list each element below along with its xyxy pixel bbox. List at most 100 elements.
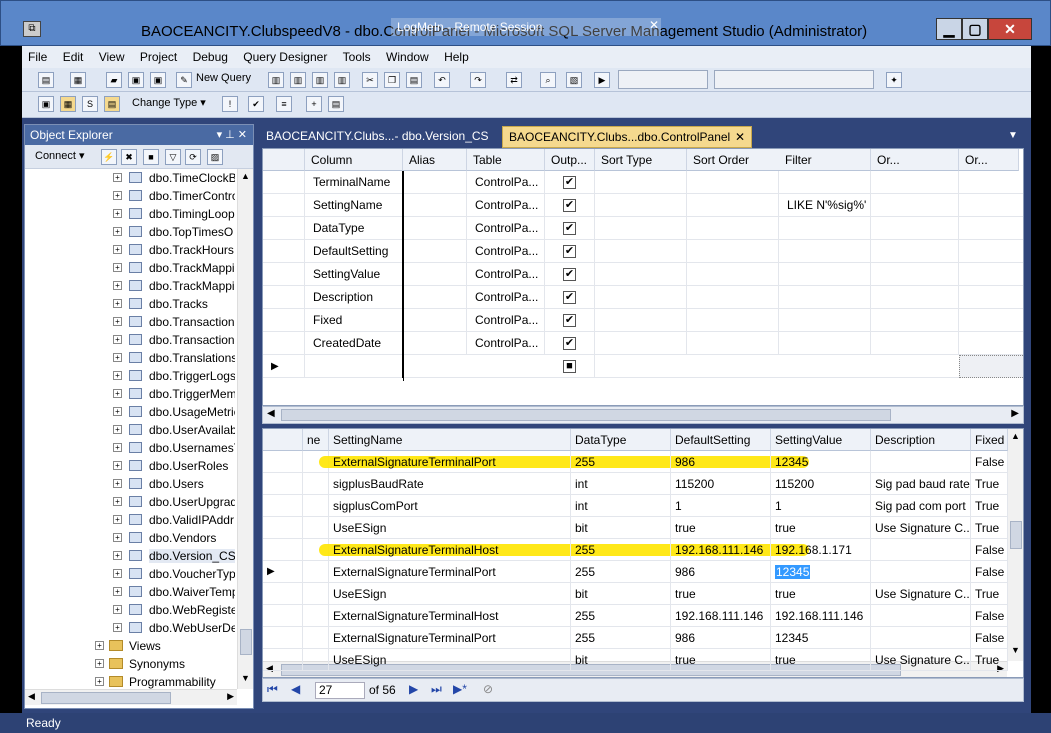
- default-setting-cell[interactable]: 986: [671, 561, 771, 583]
- table-name[interactable]: dbo.UsageMetric: [149, 405, 235, 419]
- fixed-cell[interactable]: True: [971, 517, 1008, 539]
- sort-order-cell[interactable]: [687, 332, 779, 355]
- minimize-button[interactable]: ▁: [936, 18, 962, 40]
- cut-icon[interactable]: ✂: [362, 72, 378, 88]
- tree-row-table[interactable]: + dbo.TimingLoop: [25, 205, 235, 223]
- default-setting-cell[interactable]: 192.168.111.146: [671, 605, 771, 627]
- tree-row-table[interactable]: + dbo.WebUserDe: [25, 619, 235, 637]
- output-checkbox[interactable]: ✔: [563, 337, 576, 350]
- filter-cell[interactable]: [779, 240, 871, 263]
- connect-button[interactable]: Connect ▾: [35, 149, 85, 165]
- criteria-column-header[interactable]: Sort Order: [687, 149, 785, 171]
- filter-cell[interactable]: [779, 217, 871, 240]
- open-file-icon[interactable]: ▰: [106, 72, 122, 88]
- filter-icon[interactable]: ▽: [165, 149, 181, 165]
- fixed-cell[interactable]: False: [971, 451, 1008, 473]
- setting-name-cell[interactable]: ExternalSignatureTerminalHost: [329, 605, 571, 627]
- tree-row-table[interactable]: + dbo.TrackMappi: [25, 259, 235, 277]
- sort-type-cell[interactable]: [595, 171, 687, 194]
- table-name[interactable]: dbo.TimeClockB: [149, 171, 235, 185]
- output-checkbox[interactable]: ✔: [563, 199, 576, 212]
- tree-row-table[interactable]: + dbo.WebRegiste: [25, 601, 235, 619]
- alias-cell[interactable]: [403, 263, 467, 286]
- results-row[interactable]: UseESign bit true true Use Signature C... Tru…: [263, 583, 1008, 605]
- or-cell[interactable]: [959, 332, 1023, 355]
- mdx-query-icon[interactable]: ▥: [312, 72, 328, 88]
- folder-name[interactable]: Views: [129, 639, 161, 653]
- criteria-row[interactable]: CreatedDate ControlPa... ✔: [263, 332, 1023, 355]
- table-cell[interactable]: ControlPa...: [467, 263, 545, 286]
- sort-order-cell[interactable]: [687, 217, 779, 240]
- object-explorer-horizontal-scrollbar[interactable]: ◀ ▶: [25, 689, 237, 705]
- pin-close-icons[interactable]: ▾ ⊥ ✕: [217, 125, 247, 145]
- results-row[interactable]: UseESign bit true true Use Signature C... Tru…: [263, 517, 1008, 539]
- navigate-icon[interactable]: ⇄: [506, 72, 522, 88]
- disconnect-icon[interactable]: ✖: [121, 149, 137, 165]
- sort-type-cell[interactable]: [595, 263, 687, 286]
- or-cell[interactable]: [871, 263, 959, 286]
- output-checkbox[interactable]: ✔: [563, 268, 576, 281]
- output-checkbox[interactable]: ✔: [563, 291, 576, 304]
- table-cell[interactable]: ControlPa...: [467, 309, 545, 332]
- datatype-cell[interactable]: bit: [571, 517, 671, 539]
- filter-cell[interactable]: [779, 309, 871, 332]
- table-name[interactable]: dbo.TrackMappi: [149, 279, 235, 293]
- tree-row-table[interactable]: + dbo.TriggerLogs: [25, 367, 235, 385]
- criteria-column-header[interactable]: Outp...: [545, 149, 595, 171]
- menu-query-designer[interactable]: Query Designer: [237, 46, 333, 68]
- terminal-cell[interactable]: [303, 517, 329, 539]
- close-button[interactable]: ✕: [988, 18, 1032, 40]
- analysis-query-icon[interactable]: ▥: [290, 72, 306, 88]
- setting-name-cell[interactable]: UseESign: [329, 517, 571, 539]
- expand-icon[interactable]: +: [113, 317, 122, 326]
- menu-tools[interactable]: Tools: [337, 46, 377, 68]
- save-icon[interactable]: ▣: [128, 72, 144, 88]
- table-name[interactable]: dbo.ValidIPAddr: [149, 513, 234, 527]
- scroll-left-icon[interactable]: ◀: [28, 691, 35, 702]
- report-icon[interactable]: ▧: [566, 72, 582, 88]
- datatype-cell[interactable]: int: [571, 473, 671, 495]
- criteria-row[interactable]: Description ControlPa... ✔: [263, 286, 1023, 309]
- output-checkbox[interactable]: ✔: [563, 245, 576, 258]
- criteria-column-header[interactable]: Column: [305, 149, 403, 171]
- tree-row-table[interactable]: + dbo.Translations: [25, 349, 235, 367]
- scroll-right-icon[interactable]: ▶: [227, 691, 234, 702]
- row-selector[interactable]: [263, 495, 303, 517]
- table-name[interactable]: dbo.Version_CS: [149, 549, 235, 563]
- table-name[interactable]: dbo.WaiverTemp: [149, 585, 235, 599]
- alias-cell[interactable]: [403, 332, 467, 355]
- expand-icon[interactable]: +: [113, 281, 122, 290]
- sort-type-cell[interactable]: [595, 286, 687, 309]
- tab-version-cs[interactable]: BAOCEANCITY.Clubs...- dbo.Version_CS: [260, 126, 500, 148]
- xmla-query-icon[interactable]: ▥: [334, 72, 350, 88]
- sort-order-cell[interactable]: [687, 240, 779, 263]
- maximize-button[interactable]: ▢: [962, 18, 988, 40]
- row-selector[interactable]: [263, 583, 303, 605]
- table-name[interactable]: dbo.Transaction: [149, 315, 235, 329]
- or-cell[interactable]: [959, 171, 1023, 194]
- ssms-app-icon[interactable]: ⧉: [23, 21, 41, 37]
- fixed-cell[interactable]: True: [971, 495, 1008, 517]
- results-column-header[interactable]: DefaultSetting: [671, 429, 771, 451]
- results-pane-icon[interactable]: ▤: [104, 96, 120, 112]
- criteria-new-row[interactable]: ▶ ■: [263, 355, 1023, 378]
- setting-name-cell[interactable]: sigplusBaudRate: [329, 473, 571, 495]
- save-all-icon[interactable]: ▣: [150, 72, 166, 88]
- row-selector[interactable]: [263, 649, 303, 671]
- sort-order-cell[interactable]: [687, 263, 779, 286]
- results-row[interactable]: UseESign bit true true Use Signature C... Tru…: [263, 649, 1008, 671]
- setting-value-cell[interactable]: true: [771, 517, 871, 539]
- row-selector[interactable]: [263, 194, 305, 217]
- table-name[interactable]: dbo.Tracks: [149, 297, 208, 311]
- terminal-cell[interactable]: [303, 583, 329, 605]
- or-cell[interactable]: [959, 217, 1023, 240]
- alias-cell[interactable]: [403, 309, 467, 332]
- tree-row-table[interactable]: + dbo.Users: [25, 475, 235, 493]
- tab-close-icon[interactable]: ✕: [735, 127, 745, 147]
- expand-icon[interactable]: +: [113, 245, 122, 254]
- table-name[interactable]: dbo.TrackMappi: [149, 261, 235, 275]
- row-selector[interactable]: [263, 263, 305, 286]
- diagram-pane-icon[interactable]: ▣: [38, 96, 54, 112]
- criteria-column-header[interactable]: Table: [467, 149, 545, 171]
- tree-row-table[interactable]: + dbo.UserRoles: [25, 457, 235, 475]
